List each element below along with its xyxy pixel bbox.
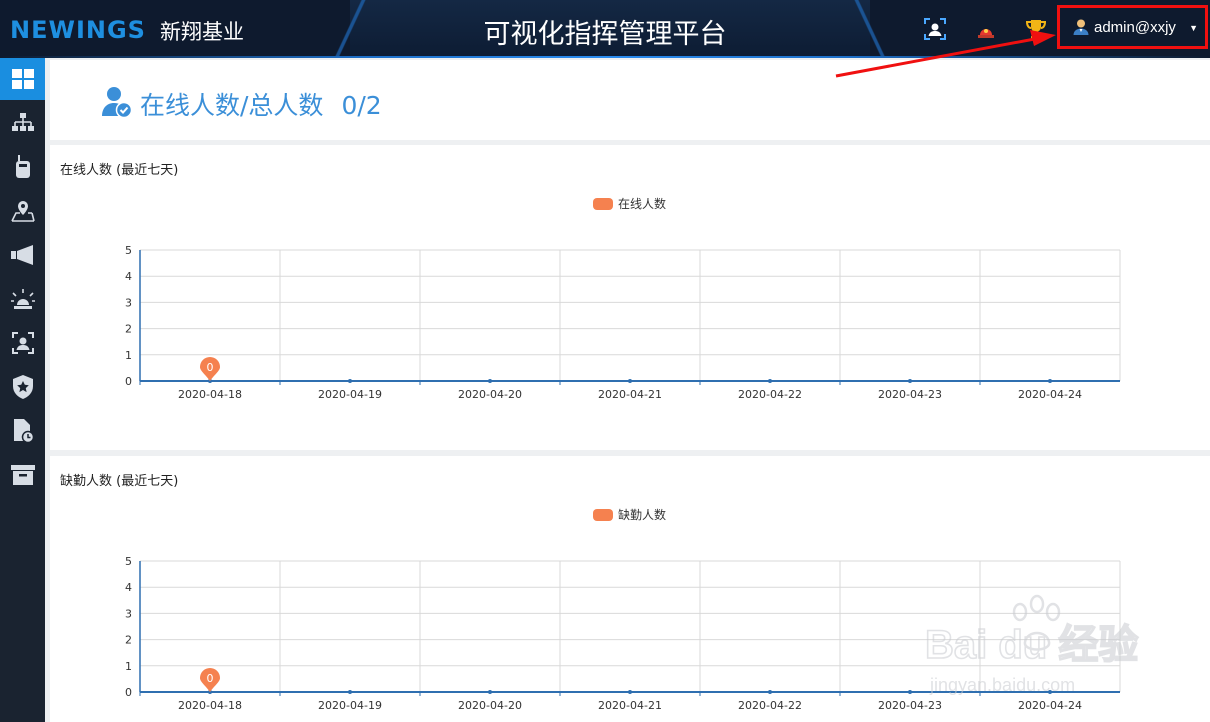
archive-box-icon — [10, 465, 35, 485]
x-tick-label: 2020-04-19 — [318, 699, 382, 712]
company-name: 新翔基业 — [160, 20, 244, 44]
megaphone-icon — [10, 245, 33, 265]
map-pin-icon — [10, 201, 35, 222]
x-tick-label: 2020-04-21 — [598, 388, 662, 401]
data-point — [908, 690, 912, 694]
data-point — [628, 690, 632, 694]
file-clock-icon — [13, 419, 34, 443]
page-title: 可视化指挥管理平台 — [483, 19, 727, 50]
y-tick-label: 1 — [125, 349, 132, 362]
header-glow-line — [0, 56, 1210, 58]
user-check-icon — [102, 87, 132, 118]
sidebar-item-organization[interactable] — [0, 102, 45, 144]
face-scan-header-icon[interactable] — [922, 16, 948, 42]
data-point — [908, 379, 912, 383]
y-tick-label: 4 — [125, 581, 132, 594]
online-summary-label: 在线人数/总人数 — [140, 91, 324, 120]
sidebar — [0, 58, 45, 722]
data-point — [768, 690, 772, 694]
sidebar-item-intercom[interactable] — [0, 146, 45, 188]
org-chart-icon — [11, 113, 34, 131]
y-tick-label: 1 — [125, 660, 132, 673]
x-tick-label: 2020-04-18 — [178, 388, 242, 401]
data-point — [628, 379, 632, 383]
watermark-url: jingyan.baidu.com — [929, 675, 1075, 695]
alarm-light-header-icon[interactable] — [973, 16, 999, 42]
brand-logo[interactable]: NEWINGS — [10, 16, 146, 44]
data-point — [348, 690, 352, 694]
header-decoration-left — [300, 0, 400, 58]
walkie-talkie-icon — [15, 155, 30, 178]
user-avatar-icon — [1073, 19, 1089, 35]
online-chart-card: 在线人数 (最近七天) 在线人数 0 1 2 3 4 5 2020-04-18 2020-04… — [50, 145, 1210, 450]
baidu-paw-logo: Bai du 经验 jingyan.baidu.com — [924, 594, 1139, 695]
alarm-light-icon — [10, 289, 35, 309]
data-point — [1048, 379, 1052, 383]
user-menu[interactable]: admin@xxjy ▼ — [1057, 5, 1208, 49]
x-tick-label: 2020-04-24 — [1018, 388, 1082, 401]
sidebar-item-alarm[interactable] — [0, 278, 45, 320]
online-summary-text: 在线人数/总人数 0/2 — [140, 86, 382, 122]
x-tick-label: 2020-04-22 — [738, 388, 802, 401]
data-point — [488, 379, 492, 383]
sidebar-item-archive[interactable] — [0, 454, 45, 496]
x-tick-label: 2020-04-20 — [458, 388, 522, 401]
y-tick-label: 3 — [125, 296, 132, 309]
y-tick-label: 5 — [125, 244, 132, 257]
x-tick-label: 2020-04-22 — [738, 699, 802, 712]
online-summary-card: 在线人数/总人数 0/2 — [50, 60, 1210, 140]
dashboard-icon — [11, 69, 34, 89]
y-tick-label: 2 — [125, 323, 132, 336]
y-tick-label: 4 — [125, 270, 132, 283]
data-point — [348, 379, 352, 383]
header-decoration-right — [820, 0, 920, 58]
x-tick-label: 2020-04-21 — [598, 699, 662, 712]
y-tick-label: 0 — [125, 686, 132, 699]
face-scan-icon — [11, 332, 34, 354]
x-tick-label: 2020-04-24 — [1018, 699, 1082, 712]
sidebar-item-dashboard[interactable] — [0, 58, 45, 100]
trophy-header-icon[interactable] — [1023, 16, 1049, 42]
x-tick-label: 2020-04-20 — [458, 699, 522, 712]
baidu-watermark: Bai du 经验 jingyan.baidu.com — [924, 590, 1155, 700]
y-tick-label: 3 — [125, 607, 132, 620]
y-tick-label: 5 — [125, 555, 132, 568]
sidebar-item-broadcast[interactable] — [0, 234, 45, 276]
y-tick-label: 2 — [125, 634, 132, 647]
data-point — [488, 690, 492, 694]
sidebar-item-map[interactable] — [0, 190, 45, 232]
data-label: 0 — [207, 361, 214, 374]
x-tick-label: 2020-04-23 — [878, 699, 942, 712]
online-summary-value: 0/2 — [341, 91, 382, 120]
chevron-down-icon: ▼ — [1189, 23, 1198, 33]
sidebar-item-face-recognition[interactable] — [0, 322, 45, 364]
online-chart-plot: 0 1 2 3 4 5 2020-04-18 2020-04-19 2020-04-20 2020… — [125, 244, 1121, 401]
y-tick-label: 0 — [125, 375, 132, 388]
data-point — [768, 379, 772, 383]
username-label: admin@xxjy — [1094, 18, 1176, 36]
sidebar-item-security[interactable] — [0, 366, 45, 408]
x-tick-label: 2020-04-19 — [318, 388, 382, 401]
data-label: 0 — [207, 672, 214, 685]
watermark-brand: Bai du 经验 — [925, 623, 1138, 667]
top-header: NEWINGS 新翔基业 可视化指挥管理平台 admin@xxjy ▼ — [0, 0, 1210, 58]
x-tick-label: 2020-04-23 — [878, 388, 942, 401]
sidebar-item-records[interactable] — [0, 410, 45, 452]
x-tick-label: 2020-04-18 — [178, 699, 242, 712]
shield-star-icon — [12, 375, 33, 399]
